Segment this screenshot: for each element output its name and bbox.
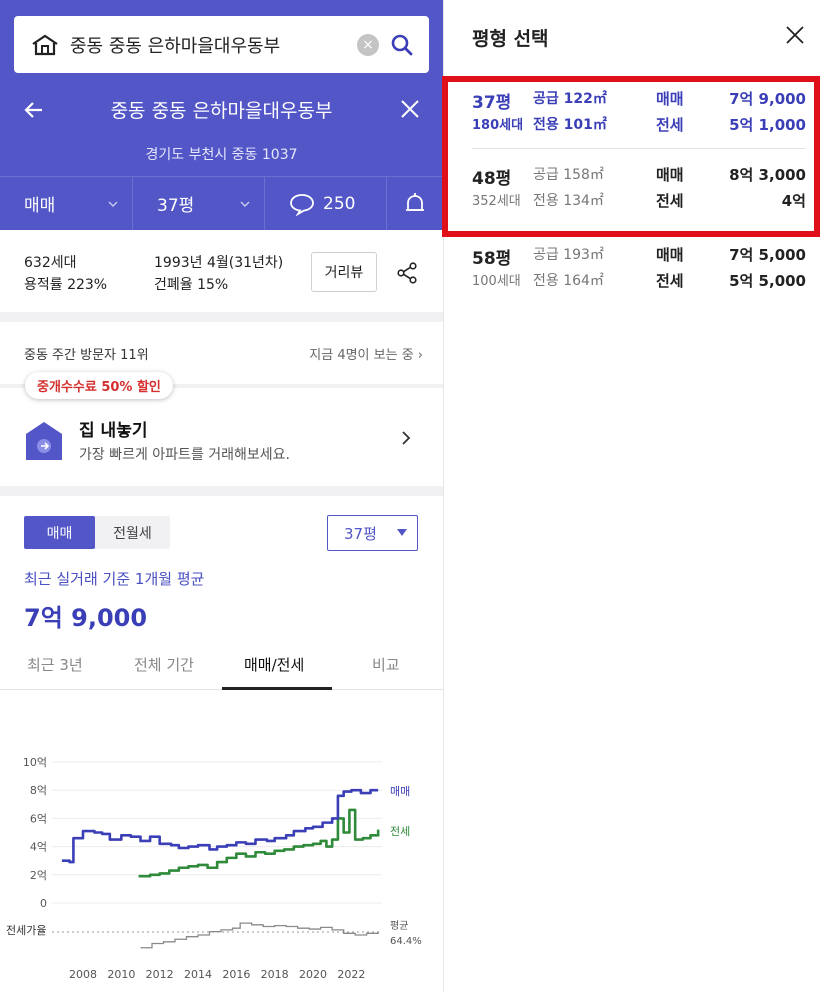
filter-bar: 매매 37평 250 xyxy=(0,176,443,230)
size-dropdown[interactable]: 37평 xyxy=(133,177,265,230)
complex-title-bar: 중동 중동 은하마을대우동부 경기도 부천시 중동 1037 xyxy=(0,86,443,176)
search-header: 중동 중동 은하마을대우동부 × xyxy=(0,0,443,86)
ratio-label: 전세가율 xyxy=(6,924,46,937)
search-bar[interactable]: 중동 중동 은하마을대우동부 × xyxy=(14,16,429,73)
clear-search-icon[interactable]: × xyxy=(357,33,379,56)
x-tick-label: 2018 xyxy=(261,968,289,981)
segment-sale[interactable]: 매매 xyxy=(24,516,95,549)
pyeong-select-panel: 평형 선택 37평 180세대 공급 122㎡ 전용 101㎡ 매매 전세 7억… xyxy=(442,0,827,992)
y-tick-label: 10억 xyxy=(23,756,47,769)
x-tick-label: 2014 xyxy=(184,968,212,981)
built-date: 1993년 4월(31년차) xyxy=(154,255,284,271)
chevron-right-icon xyxy=(402,431,411,445)
x-tick-label: 2022 xyxy=(337,968,365,981)
complex-summary: 632세대 용적률 223% 1993년 4월(31년차) 건폐율 15% 거리… xyxy=(0,230,443,322)
trade-type-dropdown[interactable]: 매매 xyxy=(0,177,133,230)
tab-compare[interactable]: 비교 xyxy=(372,654,400,675)
floor-area-ratio: 용적률 223% xyxy=(24,277,108,293)
pyeong-select[interactable]: 37평 xyxy=(327,515,418,551)
discount-badge: 중개수수료 50% 할인 xyxy=(25,372,173,399)
series-line-ratio xyxy=(140,922,379,949)
highlight-box xyxy=(442,76,820,237)
y-tick-label: 8억 xyxy=(30,784,47,797)
caret-down-icon xyxy=(397,529,407,536)
chevron-down-icon xyxy=(240,201,250,207)
trade-segment: 매매 전월세 xyxy=(24,516,170,549)
list-property-title: 집 내놓기 xyxy=(79,421,148,441)
search-input[interactable]: 중동 중동 은하마을대우동부 xyxy=(70,32,357,58)
divider xyxy=(0,486,443,496)
complex-address: 경기도 부천시 중동 1037 xyxy=(145,147,298,163)
x-tick-label: 2008 xyxy=(69,968,97,981)
pyeong-option-58[interactable]: 58평 100세대 공급 193㎡ 전용 164㎡ 매매 전세 7억 5,000… xyxy=(472,236,806,296)
legend-sale: 매매 xyxy=(390,785,410,798)
tab-sale-jeonse[interactable]: 매매/전세 xyxy=(244,654,304,675)
close-icon[interactable] xyxy=(784,24,806,46)
trade-type-label: 매매 xyxy=(24,196,56,216)
speech-bubble-icon xyxy=(290,193,314,216)
x-tick-label: 2012 xyxy=(146,968,174,981)
x-tick-label: 2020 xyxy=(299,968,327,981)
average-price: 7억 9,000 xyxy=(24,604,148,632)
share-icon[interactable] xyxy=(396,262,418,284)
segment-rent[interactable]: 전월세 xyxy=(95,516,170,549)
series-line-sale xyxy=(61,788,379,864)
household-count: 632세대 xyxy=(24,255,77,271)
chevron-down-icon xyxy=(108,201,118,207)
now-viewing: 지금 4명이 보는 중 › xyxy=(309,348,423,363)
search-icon[interactable] xyxy=(391,34,413,56)
notification-button[interactable] xyxy=(387,177,443,230)
comments-button[interactable]: 250 xyxy=(265,177,387,230)
ratio-avg-label: 평균 xyxy=(390,920,408,932)
visitor-info[interactable]: 중동 주간 방문자 11위 지금 4명이 보는 중 › xyxy=(0,330,443,374)
home-icon[interactable] xyxy=(30,33,60,57)
divider xyxy=(0,312,443,322)
price-chart[interactable]: 10억 8억 6억 4억 2억 0 2008 2010 2012 2014 2016 2018 2020… xyxy=(0,740,443,992)
complex-detail-panel: 중동 중동 은하마을대우동부 × 중동 중동 은하마을대우동부 경기도 부천시 … xyxy=(0,0,443,992)
panel-title: 평형 선택 xyxy=(472,28,549,50)
weekly-visitor-rank: 중동 주간 방문자 11위 xyxy=(24,348,149,363)
house-icon xyxy=(26,422,62,460)
legend-jeonse: 전세 xyxy=(390,825,410,838)
y-tick-label: 0 xyxy=(40,897,47,910)
close-icon[interactable] xyxy=(399,98,421,120)
period-tabs: 최근 3년 전체 기간 매매/전세 비교 xyxy=(0,644,443,690)
average-label: 최근 실거래 기준 1개월 평균 xyxy=(24,570,205,588)
list-property-subtitle: 가장 빠르게 아파트를 거래해보세요. xyxy=(79,447,290,463)
x-tick-label: 2010 xyxy=(107,968,135,981)
series-line-jeonse xyxy=(138,808,380,878)
complex-name: 중동 중동 은하마을대우동부 xyxy=(110,100,333,122)
tab-all-period[interactable]: 전체 기간 xyxy=(134,654,194,675)
y-tick-label: 4억 xyxy=(30,841,47,854)
active-tab-indicator xyxy=(222,687,332,690)
street-view-button[interactable]: 거리뷰 xyxy=(311,252,377,292)
x-tick-label: 2016 xyxy=(222,968,250,981)
tab-recent-3y[interactable]: 최근 3년 xyxy=(27,654,83,675)
chevron-right-icon: › xyxy=(417,348,423,363)
bell-icon xyxy=(406,192,424,211)
y-tick-label: 2억 xyxy=(30,869,47,882)
comment-count: 250 xyxy=(323,193,356,214)
y-tick-label: 6억 xyxy=(30,812,47,825)
ratio-avg-value: 64.4% xyxy=(390,936,422,947)
list-property-card[interactable]: 집 내놓기 가장 빠르게 아파트를 거래해보세요. xyxy=(0,406,443,486)
size-label: 37평 xyxy=(157,196,195,216)
building-coverage-ratio: 건폐율 15% xyxy=(154,277,229,293)
